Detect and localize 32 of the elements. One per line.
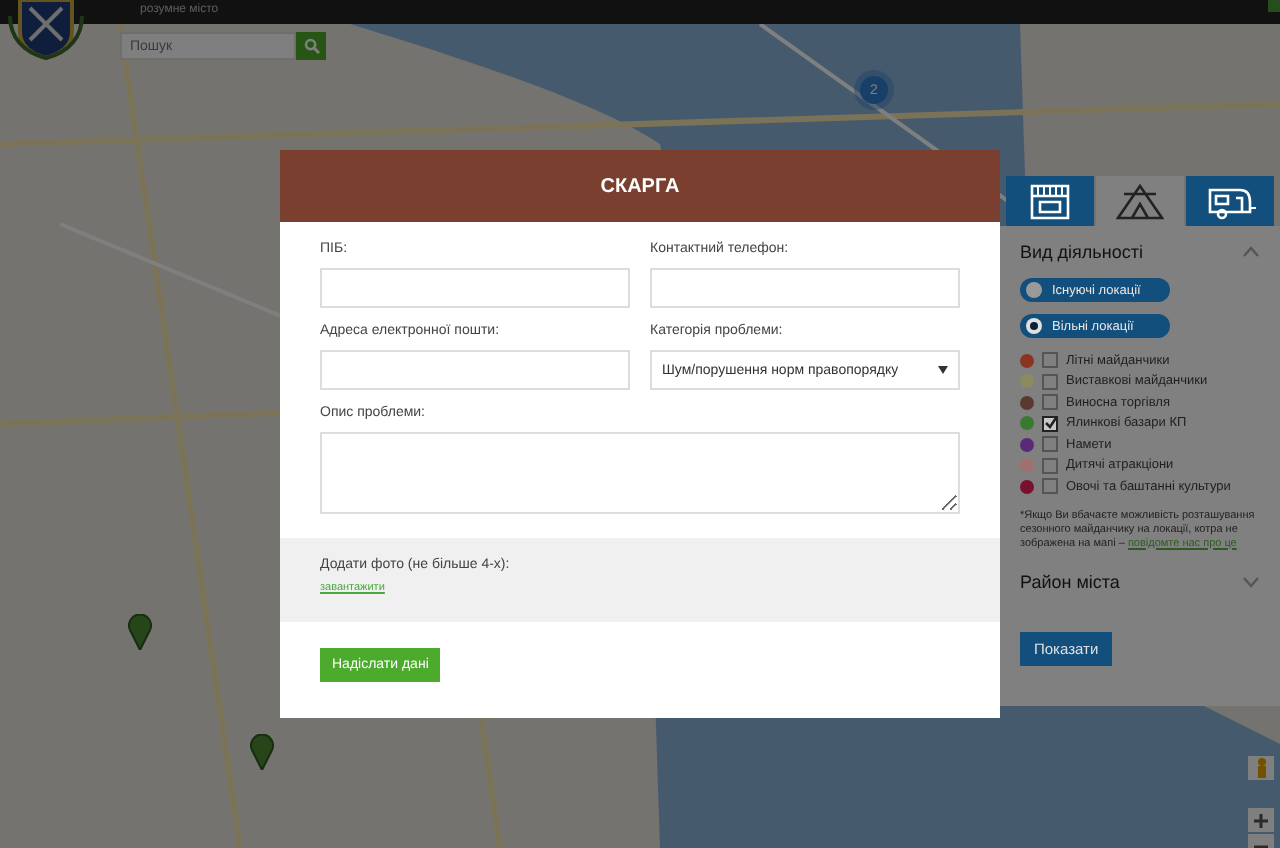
description-field[interactable] — [320, 432, 960, 514]
checkbox[interactable] — [1042, 457, 1058, 474]
zoom-in-icon[interactable] — [1248, 808, 1274, 832]
checkbox[interactable] — [1042, 478, 1058, 495]
category-tab[interactable] — [1006, 176, 1094, 226]
category-tab[interactable] — [1186, 176, 1274, 226]
chevron-up-icon[interactable] — [1242, 246, 1260, 258]
checkbox[interactable] — [1042, 394, 1058, 411]
category-tab[interactable] — [1096, 176, 1184, 226]
shop-icon — [1028, 183, 1072, 219]
checkbox[interactable] — [1042, 436, 1058, 453]
dropdown-arrow-icon — [938, 366, 948, 374]
text-field[interactable] — [320, 350, 630, 390]
radio-button[interactable] — [1026, 282, 1042, 298]
section-title: Вид діяльності — [1020, 242, 1143, 262]
checkbox[interactable] — [1042, 415, 1058, 432]
checkbox[interactable] — [1042, 373, 1058, 390]
modal-header: СКАРГА — [280, 150, 1000, 222]
checkbox[interactable] — [1042, 352, 1058, 369]
caravan-icon — [1204, 183, 1256, 219]
tent-icon — [1116, 183, 1164, 219]
section-title: Район міста — [1020, 571, 1120, 591]
pegman-icon[interactable] — [1248, 756, 1274, 780]
text-field[interactable] — [320, 268, 630, 308]
radio-button[interactable] — [1026, 318, 1042, 334]
search-button[interactable] — [296, 32, 326, 60]
search-icon — [303, 38, 319, 54]
map-pin-icon[interactable] — [250, 734, 274, 770]
chevron-down-icon[interactable] — [1242, 575, 1260, 587]
map-pin-icon[interactable] — [128, 614, 152, 650]
check-icon — [1044, 416, 1056, 431]
text-field[interactable] — [650, 268, 960, 308]
